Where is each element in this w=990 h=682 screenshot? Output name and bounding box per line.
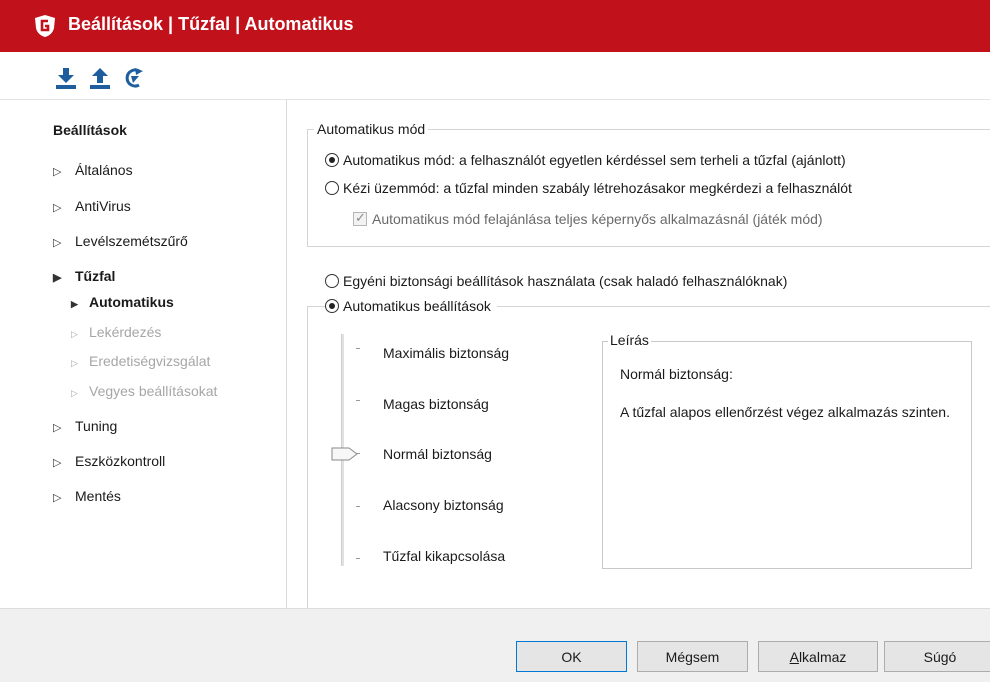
description-body: A tűzfal alapos ellenőrzést végez alkalm… — [620, 404, 950, 420]
sidebar-item-mentes[interactable]: ▷ Mentés — [53, 488, 121, 504]
radio-auto-settings[interactable]: Automatikus beállítások — [325, 298, 497, 314]
game-mode-checkbox — [353, 210, 367, 226]
expand-arrow-icon: ▷ — [53, 492, 62, 504]
game-mode-checkbox-row: Automatikus mód felajánlása teljes képer… — [353, 210, 823, 227]
gdata-shield-icon — [35, 15, 55, 37]
apply-label: lkalmaz — [798, 648, 847, 665]
radio-button[interactable] — [325, 181, 339, 195]
description-title: Normál biztonság: — [620, 366, 733, 382]
sidebar-subitem-label: Vegyes beállításokat — [89, 383, 218, 399]
radio-button[interactable] — [325, 274, 339, 288]
window-title: Beállítások | Tűzfal | Automatikus — [68, 14, 354, 34]
sidebar-item-eszkozkontroll[interactable]: ▷ Eszközkontroll — [53, 453, 165, 469]
radio-auto-mode-label: Automatikus mód: a felhasználót egyetlen… — [343, 152, 846, 168]
expand-arrow-icon: ▷ — [53, 202, 62, 214]
expand-arrow-icon: ▷ — [53, 166, 62, 178]
slider-tick — [356, 400, 360, 401]
expand-arrow-icon: ▷ — [53, 457, 62, 469]
expand-arrow-icon: ▷ — [71, 329, 78, 339]
sidebar-item-label: Általános — [75, 162, 133, 178]
apply-accelerator: A — [789, 648, 799, 665]
sidebar-item-label: Tuning — [75, 418, 118, 434]
level-high[interactable]: Magas biztonság — [383, 396, 489, 412]
help-button[interactable]: Súgó — [884, 641, 990, 672]
sidebar-item-label: Mentés — [75, 488, 121, 504]
radio-button[interactable] — [325, 299, 339, 313]
level-low[interactable]: Alacsony biztonság — [383, 497, 504, 513]
sidebar-header: Beállítások — [53, 122, 127, 138]
description-legend: Leírás — [608, 332, 651, 348]
game-mode-checkbox-label: Automatikus mód felajánlása teljes képer… — [372, 211, 823, 227]
toolbar — [0, 52, 990, 100]
reset-icon[interactable] — [122, 66, 146, 90]
radio-button[interactable] — [325, 153, 339, 167]
apply-button[interactable]: Alkalmaz — [758, 641, 878, 672]
sidebar-subitem-eredetisegvizsgalat[interactable]: ▷ Eredetiségvizsgálat — [71, 353, 210, 369]
sidebar-subitem-lekerdezes[interactable]: ▷ Lekérdezés — [71, 324, 161, 340]
expand-arrow-icon: ▷ — [71, 388, 78, 398]
sidebar-item-label: Levélszemétszűrő — [75, 233, 188, 249]
sidebar-item-antivirus[interactable]: ▷ AntiVirus — [53, 198, 131, 214]
title-bar: Beállítások | Tűzfal | Automatikus — [0, 0, 990, 52]
sidebar-item-tuzfal[interactable]: ▶ Tűzfal — [53, 268, 115, 284]
sidebar: Beállítások ▷ Általános ▷ AntiVirus ▷ Levél… — [0, 100, 287, 608]
import-icon[interactable] — [54, 66, 78, 90]
export-icon[interactable] — [88, 66, 112, 90]
level-maximum[interactable]: Maximális biztonság — [383, 345, 509, 361]
radio-manual-mode[interactable]: Kézi üzemmód: a tűzfal minden szabály lé… — [325, 180, 852, 196]
radio-manual-mode-label: Kézi üzemmód: a tűzfal minden szabály lé… — [343, 180, 852, 196]
slider-tick — [356, 348, 360, 349]
radio-custom-security[interactable]: Egyéni biztonsági beállítások használata… — [325, 273, 787, 289]
collapse-arrow-icon: ▶ — [53, 272, 62, 284]
sidebar-subitem-automatikus[interactable]: ▶ Automatikus — [71, 294, 174, 310]
sidebar-subitem-label: Eredetiségvizsgálat — [89, 353, 211, 369]
radio-auto-settings-label: Automatikus beállítások — [343, 298, 491, 314]
ok-button[interactable]: OK — [516, 641, 627, 672]
sidebar-item-altalanos[interactable]: ▷ Általános — [53, 162, 133, 178]
level-off[interactable]: Tűzfal kikapcsolása — [383, 548, 505, 564]
sidebar-subitem-vegyes[interactable]: ▷ Vegyes beállításokat — [71, 383, 217, 399]
sidebar-item-tuning[interactable]: ▷ Tuning — [53, 418, 117, 434]
expand-arrow-icon: ▷ — [53, 237, 62, 249]
sidebar-item-label: AntiVirus — [75, 198, 131, 214]
sidebar-item-label: Eszközkontroll — [75, 453, 166, 469]
expand-arrow-icon: ▷ — [53, 422, 62, 434]
cancel-button[interactable]: Mégsem — [637, 641, 748, 672]
radio-auto-mode[interactable]: Automatikus mód: a felhasználót egyetlen… — [325, 152, 846, 168]
level-normal[interactable]: Normál biztonság — [383, 446, 492, 462]
sidebar-subitem-label: Lekérdezés — [89, 324, 162, 340]
radio-custom-security-label: Egyéni biztonsági beállítások használata… — [343, 273, 788, 289]
sidebar-item-levelszemetszuro[interactable]: ▷ Levélszemétszűrő — [53, 233, 188, 249]
slider-tick — [356, 558, 360, 559]
expand-arrow-icon: ▷ — [71, 358, 78, 368]
auto-mode-legend: Automatikus mód — [314, 121, 429, 137]
security-slider-thumb[interactable] — [331, 447, 359, 461]
sidebar-item-label: Tűzfal — [75, 268, 116, 284]
selected-arrow-icon: ▶ — [71, 299, 78, 309]
slider-tick — [356, 506, 360, 507]
sidebar-subitem-label: Automatikus — [89, 294, 174, 310]
